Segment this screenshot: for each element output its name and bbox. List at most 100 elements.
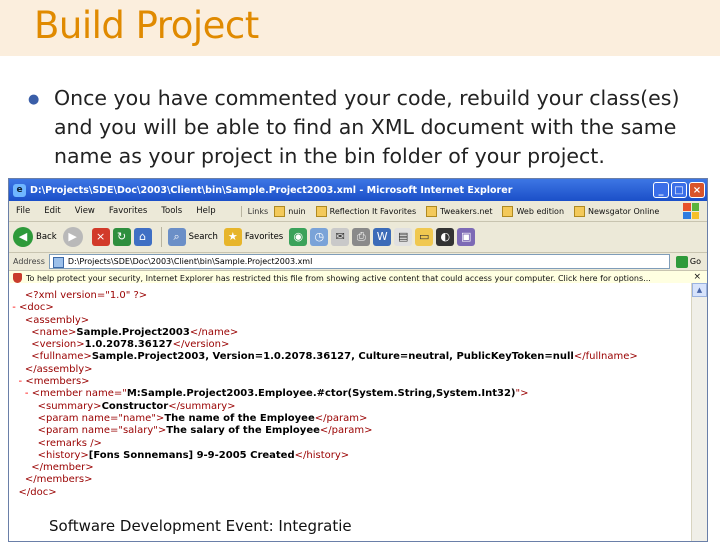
link-web-edition[interactable]: Web edition xyxy=(502,205,565,217)
link-tweakers[interactable]: Tweakers.net xyxy=(426,205,492,217)
close-button[interactable]: × xyxy=(689,182,705,198)
xml-line: <fullname>Sample.Project2003, Version=1.… xyxy=(9,351,692,363)
xml-tag: <name> xyxy=(31,326,77,338)
link-page-icon xyxy=(426,205,438,217)
xml-text: Sample.Project2003 xyxy=(76,326,190,338)
research-icon[interactable]: ▣ xyxy=(457,228,476,246)
link-label: nuin xyxy=(288,206,306,216)
home-icon[interactable]: ⌂ xyxy=(133,228,152,246)
address-value: D:\Projects\SDE\Doc\2003\Client\bin\Samp… xyxy=(67,257,313,266)
xml-line: <assembly> xyxy=(9,315,692,327)
go-arrow-icon xyxy=(675,255,688,268)
slide-footer: Software Development Event: Integratie xyxy=(46,517,355,535)
mail-icon[interactable]: ✉ xyxy=(331,228,350,246)
back-arrow-icon: ◀ xyxy=(13,227,33,247)
xml-line: </assembly> xyxy=(9,364,692,376)
xml-tag: <doc> xyxy=(18,302,54,314)
menu-edit[interactable]: Edit xyxy=(37,206,67,216)
xml-tag: </fullname> xyxy=(573,351,638,363)
internet-explorer-icon: e xyxy=(13,183,26,197)
xml-line: - <doc> xyxy=(9,302,692,314)
xml-text: [Fons Sonnemans] 9-9-2005 Created xyxy=(88,449,295,461)
collapse-toggle[interactable]: - xyxy=(12,302,16,313)
collapse-toggle[interactable]: - xyxy=(19,376,23,387)
menu-file[interactable]: File xyxy=(9,206,37,216)
window-controls: _ □ × xyxy=(653,182,705,198)
xml-tag: <history> xyxy=(37,449,89,461)
favorites-button[interactable]: ★ Favorites xyxy=(223,228,284,246)
xml-tag: </summary> xyxy=(168,400,236,412)
xml-line: <history>[Fons Sonnemans] 9-9-2005 Creat… xyxy=(9,450,692,462)
discuss-icon[interactable]: ▤ xyxy=(394,228,413,246)
maximize-button[interactable]: □ xyxy=(671,182,687,198)
link-page-icon xyxy=(274,205,286,217)
xml-tag: <remarks /> xyxy=(37,437,102,449)
menu-bar: File Edit View Favorites Tools Help Link… xyxy=(9,201,707,222)
minimize-button[interactable]: _ xyxy=(653,182,669,198)
xml-tag: <summary> xyxy=(37,400,102,412)
link-nuin[interactable]: nuin xyxy=(274,205,306,217)
back-button[interactable]: ◀ Back xyxy=(13,227,57,247)
links-label: Links xyxy=(247,206,269,216)
xml-line: </members> xyxy=(9,474,692,486)
xml-tag: "> xyxy=(515,388,529,400)
browser-toolbar: ◀ Back ▶ × ↻ ⌂ ⌕ Search ★ Favorites ◉ ◷ … xyxy=(9,222,707,253)
info-bar-text: To help protect your security, Internet … xyxy=(26,273,651,283)
link-reflection-it[interactable]: Reflection It Favorites xyxy=(315,205,416,217)
toolbar-separator xyxy=(160,227,162,247)
forward-button[interactable]: ▶ xyxy=(62,227,86,247)
xml-tag: </history> xyxy=(294,449,350,461)
shield-icon xyxy=(13,273,22,283)
back-label: Back xyxy=(36,232,57,242)
refresh-icon[interactable]: ↻ xyxy=(112,228,131,246)
vertical-scrollbar[interactable]: ▲ xyxy=(691,283,707,541)
link-label: Web edition xyxy=(516,206,565,216)
xml-attribute-value: M:Sample.Project2003.Employee.#ctor(Syst… xyxy=(126,388,516,400)
browser-window-title: D:\Projects\SDE\Doc\2003\Client\bin\Samp… xyxy=(30,184,513,196)
xml-tag: <assembly> xyxy=(24,314,90,326)
xml-text: The name of the Employee xyxy=(164,412,315,424)
search-label: Search xyxy=(188,232,218,242)
xml-line: - <member name="M:Sample.Project2003.Emp… xyxy=(9,388,692,400)
favorites-label: Favorites xyxy=(244,232,284,242)
xml-text: The salary of the Employee xyxy=(166,425,320,437)
edit-icon[interactable]: W xyxy=(373,228,392,246)
stop-icon[interactable]: × xyxy=(91,228,110,246)
xml-line: <param name="name">The name of the Emplo… xyxy=(9,413,692,425)
xml-tag: <param name="salary"> xyxy=(37,425,167,437)
collapse-toggle[interactable]: - xyxy=(25,388,29,399)
menu-favorites[interactable]: Favorites xyxy=(102,206,154,216)
search-icon: ⌕ xyxy=(167,228,186,246)
menu-tools[interactable]: Tools xyxy=(154,206,189,216)
scroll-up-icon[interactable]: ▲ xyxy=(692,283,707,297)
xml-tag: <member name=" xyxy=(31,388,127,400)
xml-text: Constructor xyxy=(101,400,169,412)
link-newsgator[interactable]: Newsgator Online xyxy=(574,205,659,217)
address-bar: Address D:\Projects\SDE\Doc\2003\Client\… xyxy=(9,253,707,271)
xml-tag: </assembly> xyxy=(24,363,93,375)
menu-view[interactable]: View xyxy=(68,206,102,216)
close-icon[interactable]: × xyxy=(693,272,701,282)
xml-tag: </version> xyxy=(172,339,230,351)
xml-line: <param name="salary">The salary of the E… xyxy=(9,425,692,437)
go-button[interactable]: Go xyxy=(675,255,701,268)
xml-line: - <members> xyxy=(9,376,692,388)
print-icon[interactable]: ⎙ xyxy=(352,228,371,246)
history-icon[interactable]: ◷ xyxy=(310,228,329,246)
browser-window: e D:\Projects\SDE\Doc\2003\Client\bin\Sa… xyxy=(8,178,708,542)
media-icon[interactable]: ◉ xyxy=(289,228,308,246)
xml-line: <remarks /> xyxy=(9,438,692,450)
search-button[interactable]: ⌕ Search xyxy=(167,228,218,246)
browser-title-bar: e D:\Projects\SDE\Doc\2003\Client\bin\Sa… xyxy=(9,179,707,201)
messenger-icon[interactable]: ◐ xyxy=(436,228,455,246)
menu-help[interactable]: Help xyxy=(189,206,222,216)
link-page-icon xyxy=(502,205,514,217)
xml-line: <version>1.0.2078.36127</version> xyxy=(9,339,692,351)
xml-tag: <version> xyxy=(31,339,85,351)
go-label: Go xyxy=(689,257,701,266)
favorites-star-icon: ★ xyxy=(223,228,242,246)
slide-title: Build Project xyxy=(34,4,259,47)
xml-line: <summary>Constructor</summary> xyxy=(9,401,692,413)
address-input[interactable]: D:\Projects\SDE\Doc\2003\Client\bin\Samp… xyxy=(48,254,670,269)
folder-icon[interactable]: ▭ xyxy=(415,228,434,246)
